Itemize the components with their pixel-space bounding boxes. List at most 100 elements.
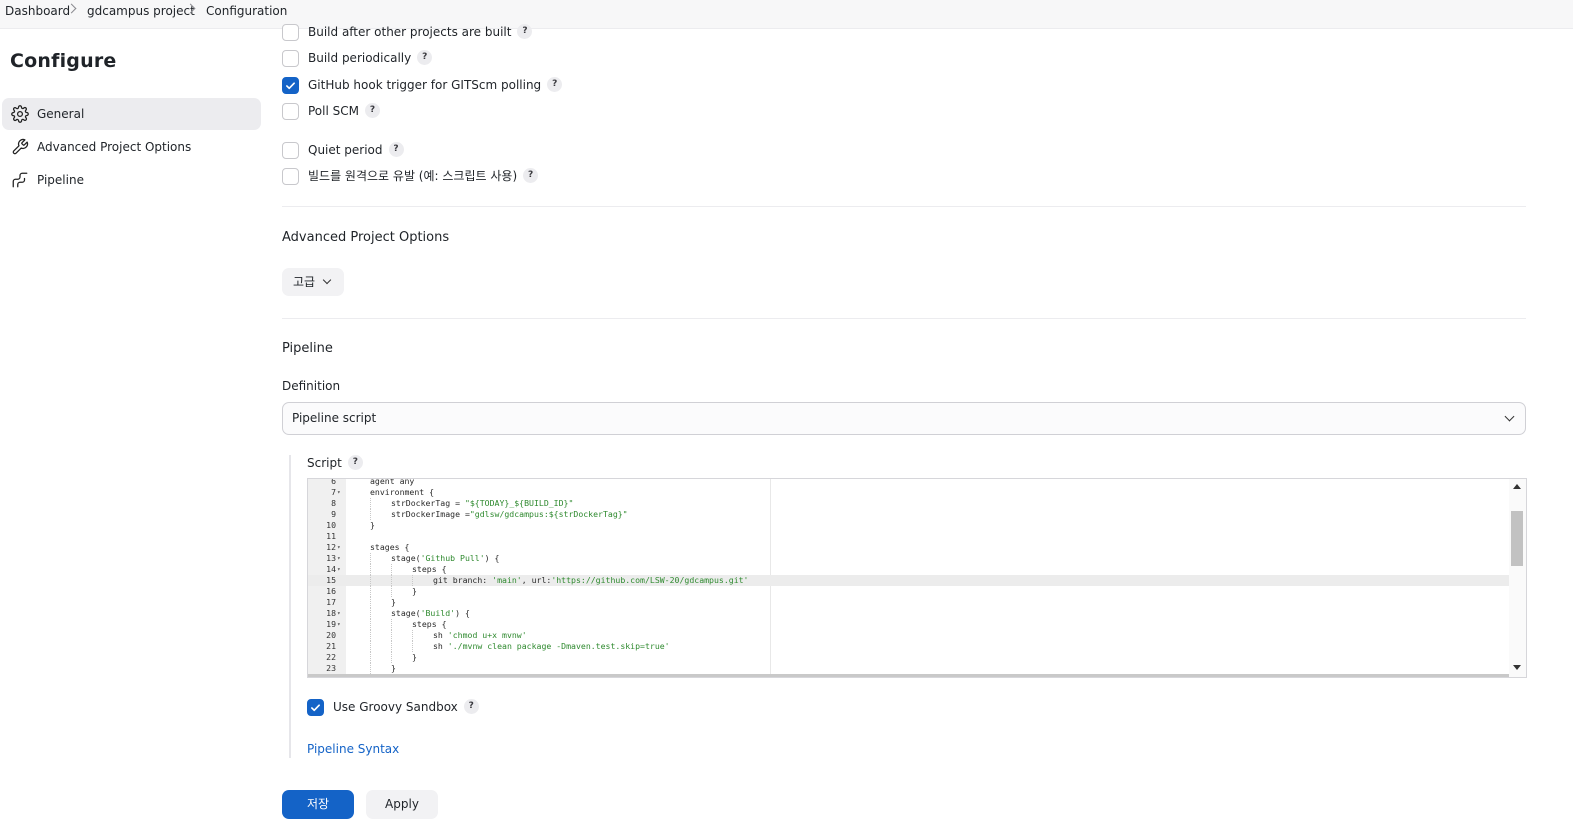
checkbox-checked[interactable] <box>307 699 324 716</box>
code-line[interactable]: 11 <box>308 531 1509 542</box>
checkbox[interactable] <box>282 103 299 120</box>
section-title-pipeline: Pipeline <box>282 341 333 356</box>
page-title: Configure <box>10 50 117 72</box>
fold-arrow-icon[interactable]: ▾ <box>337 542 341 553</box>
code-line[interactable]: 20 sh 'chmod u+x mvnw' <box>308 630 1509 641</box>
code-line[interactable]: 13 ▾ stage('Github Pull') { <box>308 553 1509 564</box>
checkbox-label: Build after other projects are built <box>308 25 512 39</box>
code-line[interactable]: 16} <box>308 586 1509 597</box>
scrollbar-thumb[interactable] <box>1511 511 1523 566</box>
fold-arrow-icon[interactable]: ▾ <box>337 619 341 630</box>
fold-arrow-icon[interactable]: ▾ <box>337 608 341 619</box>
code-line[interactable]: 17} <box>308 597 1509 608</box>
script-label: Script? <box>307 455 363 471</box>
advanced-button[interactable]: 고급 <box>282 268 344 296</box>
breadcrumb-bar: Dashboard gdcampus project Configuration <box>0 0 1573 29</box>
code-line[interactable]: 7 ▾ environment { <box>308 487 1509 498</box>
checkbox[interactable] <box>282 50 299 67</box>
help-icon[interactable]: ? <box>347 455 363 470</box>
indent-guide <box>370 641 371 652</box>
checkbox[interactable] <box>282 142 299 159</box>
indent-guide <box>370 663 371 674</box>
breadcrumb-configuration[interactable]: Configuration <box>206 0 287 22</box>
checkbox-checked[interactable] <box>282 77 299 94</box>
chevron-down-icon <box>322 275 332 285</box>
code-text: sh 'chmod u+x mvnw' <box>433 630 527 640</box>
indent-guide <box>370 498 371 509</box>
code-text: agent any <box>370 478 415 486</box>
line-number: 18 <box>326 608 336 618</box>
help-icon[interactable]: ? <box>547 77 563 92</box>
help-icon[interactable]: ? <box>417 50 433 65</box>
code-text: sh './mvnw clean package -Dmaven.test.sk… <box>433 641 670 651</box>
code-line[interactable]: 14 ▾ steps { <box>308 564 1509 575</box>
script-editor[interactable]: 6 agent any 7 ▾ environment {8 strDockerTag =… <box>307 478 1527 678</box>
sidebar-item-label: General <box>37 107 85 121</box>
checkbox-label: Build periodically <box>308 51 412 65</box>
section-title-advanced: Advanced Project Options <box>282 230 450 245</box>
indent-guide <box>391 630 392 641</box>
scroll-up-icon[interactable] <box>1513 484 1521 489</box>
help-icon[interactable]: ? <box>517 24 533 39</box>
definition-select[interactable]: Pipeline script <box>282 402 1526 435</box>
help-icon[interactable]: ? <box>364 103 380 118</box>
code-line[interactable]: 19 ▾ steps { <box>308 619 1509 630</box>
code-line[interactable]: 15 git branch: 'main', url:'https://githu… <box>308 575 1509 586</box>
code-line[interactable]: 12 ▾ stages { <box>308 542 1509 553</box>
line-number: 8 <box>331 498 336 508</box>
sidebar-item-advanced-project-options[interactable]: Advanced Project Options <box>2 131 261 163</box>
indent-guide <box>370 553 371 564</box>
code-line[interactable]: 21 sh './mvnw clean package -Dmaven.test.… <box>308 641 1509 652</box>
checkbox[interactable] <box>282 168 299 185</box>
fold-arrow-icon[interactable]: ▾ <box>337 487 341 498</box>
checkbox-label: Poll SCM <box>308 104 359 118</box>
checkbox[interactable] <box>282 24 299 41</box>
advanced-button-label: 고급 <box>293 275 316 289</box>
breadcrumb-dashboard[interactable]: Dashboard <box>5 0 70 22</box>
code-text: environment { <box>370 487 435 497</box>
code-text: stage('Github Pull') { <box>391 553 500 563</box>
breadcrumb-project[interactable]: gdcampus project <box>87 0 195 22</box>
indent-guide <box>370 575 371 586</box>
definition-select-value: Pipeline script <box>292 411 377 425</box>
line-number: 10 <box>326 520 336 530</box>
fold-arrow-icon[interactable]: ▾ <box>337 564 341 575</box>
code-lines[interactable]: 6 agent any 7 ▾ environment {8 strDockerTag =… <box>308 478 1509 674</box>
scroll-down-icon[interactable] <box>1513 665 1521 670</box>
help-icon[interactable]: ? <box>463 699 479 714</box>
code-line[interactable]: 22} <box>308 652 1509 663</box>
fold-arrow-icon[interactable]: ▾ <box>337 553 341 564</box>
code-text: stages { <box>370 542 410 552</box>
checkbox-label: 빌드를 원격으로 유발 (예: 스크립트 사용) <box>308 169 518 183</box>
code-line[interactable]: 10} <box>308 520 1509 531</box>
indent-guide <box>391 641 392 652</box>
indent-guide <box>370 608 371 619</box>
sidebar-item-label: Pipeline <box>37 173 84 187</box>
help-icon[interactable]: ? <box>523 168 539 183</box>
code-line[interactable]: 18 ▾ stage('Build') { <box>308 608 1509 619</box>
checkbox-label: Use Groovy Sandbox <box>333 700 458 714</box>
line-number: 9 <box>331 509 336 519</box>
editor-vertical-scrollbar[interactable] <box>1509 479 1526 677</box>
indent-guide <box>412 641 413 652</box>
save-button[interactable]: 저장 <box>282 790 354 819</box>
indent-guide <box>391 564 392 575</box>
sidebar-item-general[interactable]: General <box>2 98 261 130</box>
apply-button[interactable]: Apply <box>366 790 438 819</box>
line-number: 6 <box>331 478 336 486</box>
line-number: 13 <box>326 553 336 563</box>
nested-section-bar <box>289 455 291 758</box>
code-line[interactable]: 23} <box>308 663 1509 674</box>
editor-horizontal-scrollbar[interactable] <box>308 674 1509 677</box>
pipeline-syntax-link[interactable]: Pipeline Syntax <box>307 742 399 756</box>
code-text: steps { <box>412 619 447 629</box>
code-line[interactable]: 6 agent any <box>308 478 1509 487</box>
sidebar-item-pipeline[interactable]: Pipeline <box>2 164 261 196</box>
code-line[interactable]: 8 strDockerTag = "${TODAY}_${BUILD_ID}" <box>308 498 1509 509</box>
help-icon[interactable]: ? <box>388 142 404 157</box>
sidebar-item-label: Advanced Project Options <box>37 140 192 154</box>
indent-guide <box>391 586 392 597</box>
code-line[interactable]: 9 strDockerImage ="gdlsw/gdcampus:${strDo… <box>308 509 1509 520</box>
indent-guide <box>412 630 413 641</box>
code-text: stage('Build') { <box>391 608 470 618</box>
